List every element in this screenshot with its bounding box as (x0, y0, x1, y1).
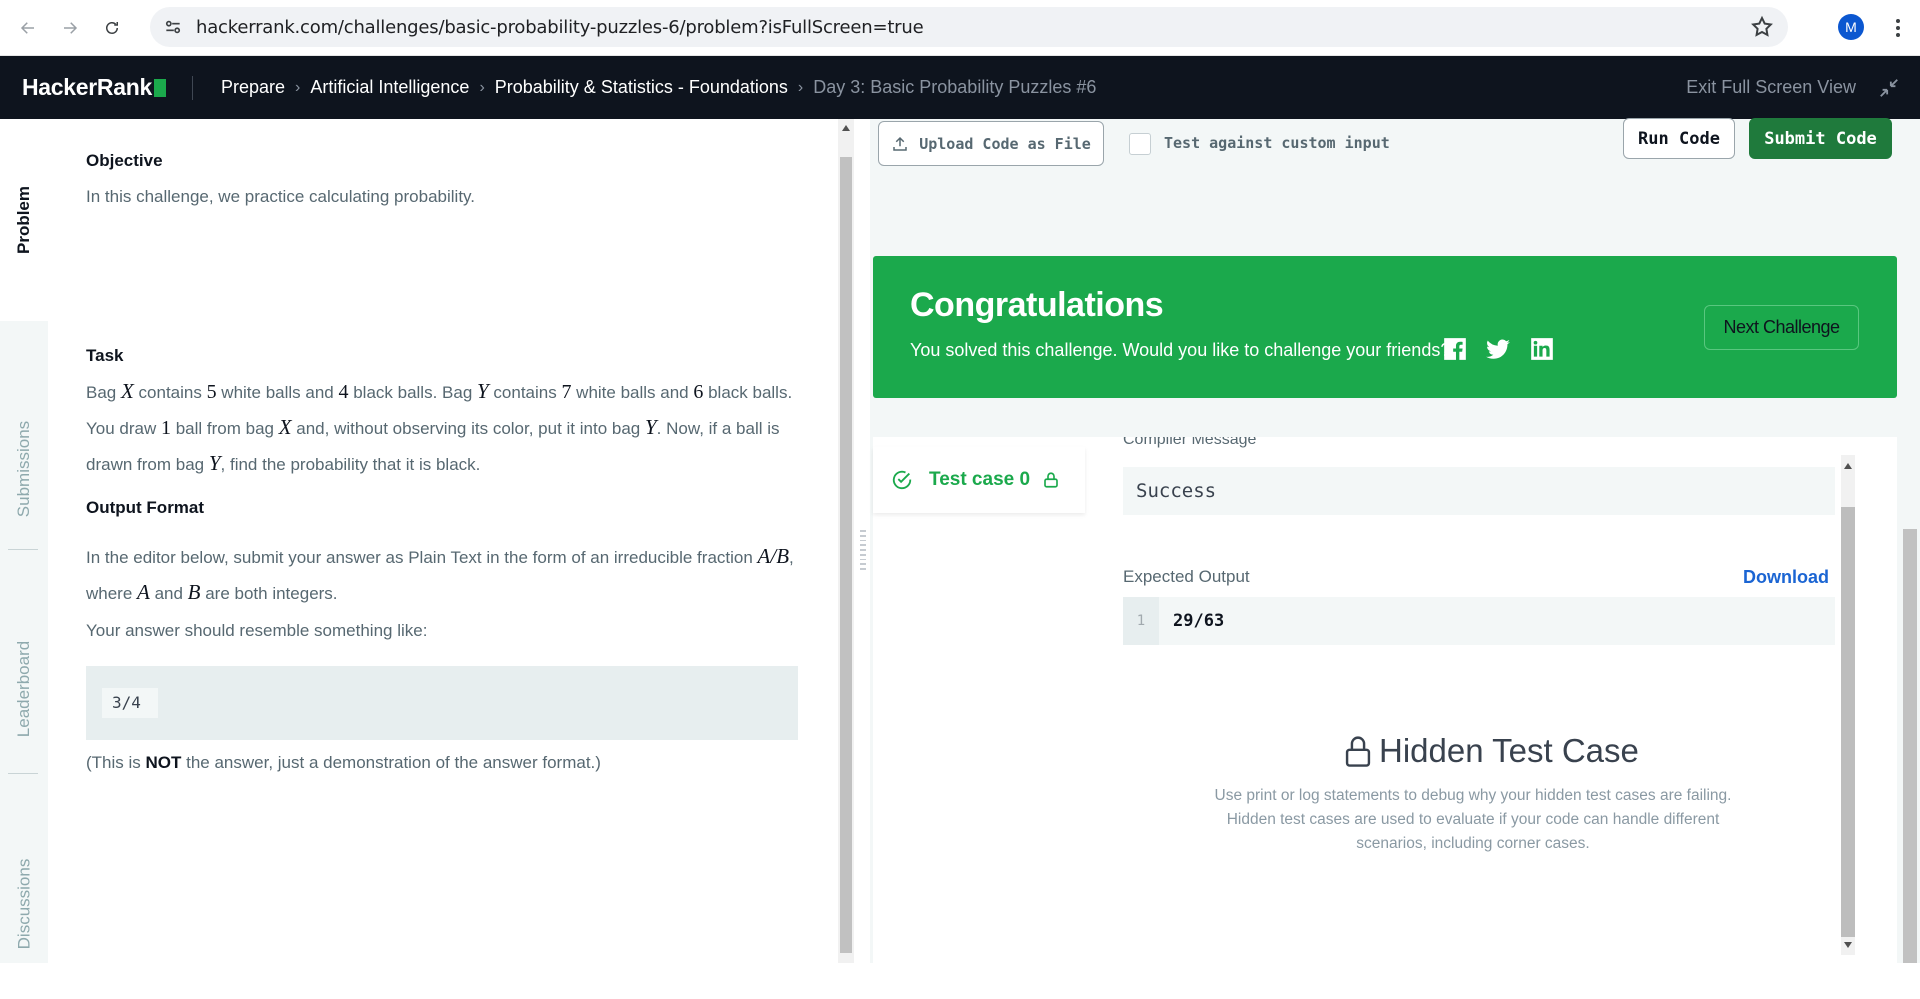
upload-icon (893, 136, 907, 151)
objective-text: In this challenge, we practice calculati… (86, 187, 476, 206)
compiler-message-output: Success (1123, 467, 1835, 515)
tab-leaderboard-label: Leaderboard (14, 640, 34, 738)
lock-icon (1044, 472, 1058, 488)
check-circle-icon (892, 470, 912, 490)
tab-discussions[interactable]: Discussions (0, 809, 48, 999)
scrollbar-thumb[interactable] (1841, 507, 1855, 937)
sidebar-divider (8, 773, 38, 774)
breadcrumb-current: Day 3: Basic Probability Puzzles #6 (813, 77, 1097, 97)
task-text: Bag X contains 5 white balls and 4 black… (86, 379, 793, 475)
scroll-down-arrow-icon[interactable] (1844, 942, 1852, 948)
line-number: 1 (1123, 597, 1159, 645)
test-case-label: Test case 0 (929, 469, 1031, 490)
upload-code-button[interactable]: Upload Code as File (878, 121, 1104, 166)
hidden-test-case-text: Hidden Test Case (1379, 732, 1639, 769)
format-note: (This is NOT the answer, just a demonstr… (86, 753, 601, 772)
custom-input-checkbox[interactable] (1129, 133, 1151, 155)
tab-problem-label: Problem (14, 185, 33, 255)
panel-resize-handle[interactable] (860, 530, 870, 571)
twitter-icon[interactable] (1485, 336, 1511, 362)
expected-output-label: Expected Output (1123, 567, 1250, 586)
facebook-icon[interactable] (1442, 336, 1468, 362)
profile-avatar[interactable]: M (1838, 14, 1864, 40)
editor-panel-scrollbar[interactable] (1900, 119, 1920, 963)
upload-code-label: Upload Code as File (919, 134, 1091, 153)
chevron-right-icon: › (479, 78, 485, 96)
header-divider (191, 75, 193, 100)
back-icon[interactable] (14, 14, 42, 42)
scroll-up-arrow-icon[interactable] (842, 125, 850, 131)
custom-input-label[interactable]: Test against custom input (1164, 134, 1390, 152)
test-case-tab[interactable]: Test case 0 (873, 447, 1085, 513)
lock-icon (1345, 736, 1371, 767)
tab-submissions-label: Submissions (14, 420, 33, 518)
expected-output-value: 29/63 (1173, 611, 1225, 631)
expected-output-box: 1 29/63 (1123, 597, 1835, 645)
chevron-right-icon: › (295, 78, 301, 96)
test-results-panel: Test case 0 Compiler Message Success Exp… (873, 437, 1897, 963)
scrollbar-thumb[interactable] (840, 157, 852, 953)
logo-square-icon (153, 78, 166, 97)
reload-icon[interactable] (98, 14, 126, 42)
submit-code-button[interactable]: Submit Code (1749, 118, 1892, 159)
hidden-test-case-title: Hidden Test Case (1343, 732, 1639, 770)
browser-toolbar: hackerrank.com/challenges/basic-probabil… (0, 0, 1920, 56)
example-code: 3/4 (102, 688, 158, 718)
chevron-right-icon: › (797, 78, 804, 96)
problem-statement: Objective In this challenge, we practice… (86, 119, 800, 963)
compiler-message-label: Compiler Message (1123, 437, 1257, 448)
tab-discussions-label: Discussions (14, 858, 34, 950)
results-scrollbar[interactable] (1836, 455, 1858, 963)
output-format-heading: Output Format (86, 498, 205, 517)
address-bar[interactable]: hackerrank.com/challenges/basic-probabil… (150, 7, 1788, 47)
sidebar-tabs: Problem Submissions Leaderboard Discussi… (0, 119, 48, 963)
bookmark-star-icon[interactable] (1750, 15, 1774, 39)
exit-fullscreen-link[interactable]: Exit Full Screen View (1686, 77, 1856, 98)
task-heading: Task (86, 346, 124, 365)
breadcrumb-probability[interactable]: Probability & Statistics - Foundations (495, 77, 788, 98)
forward-icon[interactable] (56, 14, 84, 42)
site-info-icon[interactable] (160, 14, 186, 40)
hidden-test-case-description: Use print or log statements to debug why… (1214, 787, 1732, 852)
browser-menu-icon[interactable] (1888, 14, 1908, 42)
objective-heading: Objective (86, 151, 163, 170)
next-challenge-button[interactable]: Next Challenge (1704, 305, 1859, 350)
congrats-subtitle: You solved this challenge. Would you lik… (910, 340, 1451, 360)
url-text[interactable]: hackerrank.com/challenges/basic-probabil… (196, 17, 924, 38)
site-header: HackerRank Prepare › Artificial Intellig… (0, 56, 1920, 119)
tab-problem[interactable]: Problem (0, 119, 48, 321)
tab-leaderboard[interactable]: Leaderboard (0, 589, 48, 789)
problem-scrollbar[interactable] (838, 119, 854, 963)
run-code-button[interactable]: Run Code (1623, 118, 1735, 159)
download-link[interactable]: Download (1743, 567, 1829, 588)
example-code-block: 3/4 (86, 666, 798, 740)
exit-fullscreen-icon[interactable] (1878, 77, 1900, 99)
breadcrumb-prepare[interactable]: Prepare (221, 77, 285, 98)
scroll-up-arrow-icon[interactable] (1844, 463, 1852, 469)
congratulations-banner: Congratulations You solved this challeng… (873, 256, 1897, 398)
hackerrank-logo[interactable]: HackerRank (22, 74, 166, 101)
resemble-text: Your answer should resemble something li… (86, 621, 428, 640)
scrollbar-thumb[interactable] (1903, 529, 1917, 963)
congrats-title: Congratulations (910, 286, 1164, 324)
breadcrumb-ai[interactable]: Artificial Intelligence (310, 77, 469, 98)
sidebar-divider (8, 549, 38, 550)
linkedin-icon[interactable] (1529, 336, 1555, 362)
output-format-text: In the editor below, submit your answer … (86, 544, 794, 604)
tab-submissions[interactable]: Submissions (0, 369, 48, 569)
